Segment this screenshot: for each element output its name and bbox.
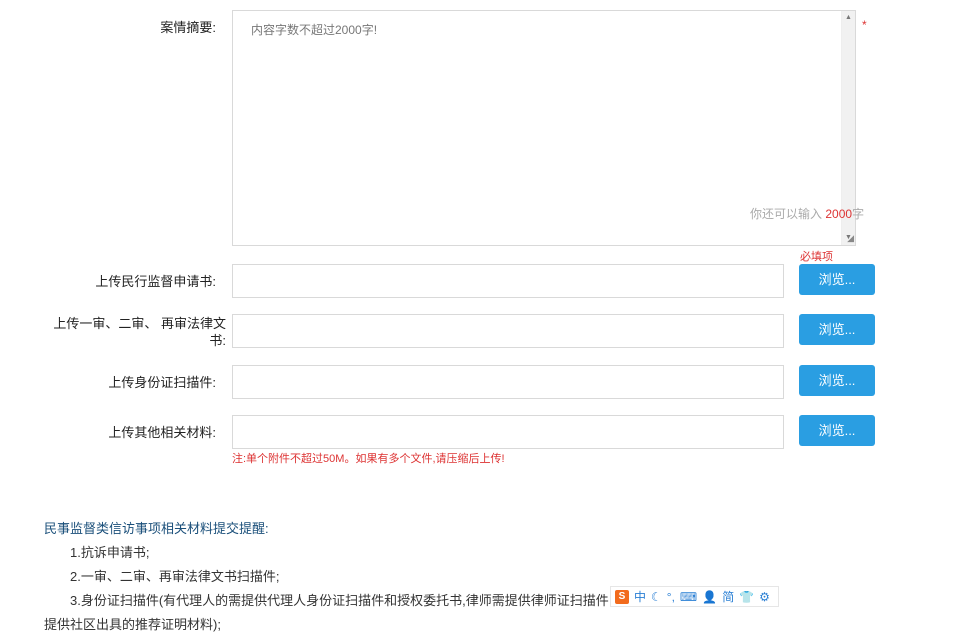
upload-input-other[interactable] xyxy=(232,415,784,449)
upload-label-id-card: 上传身份证扫描件: xyxy=(108,375,216,390)
reminder-item: 2.一审、二审、再审法律文书扫描件; xyxy=(70,569,280,584)
counter-prefix: 你还可以输入 xyxy=(750,207,823,221)
upload-label-judgments: 上传一审、二审、 再审法律文书: xyxy=(53,316,226,348)
moon-icon[interactable]: ☾ xyxy=(651,590,662,604)
summary-placeholder: 内容字数不超过2000字! xyxy=(251,23,378,37)
scroll-up-icon[interactable]: ▲ xyxy=(842,11,855,25)
ime-simplified-toggle[interactable]: 简 xyxy=(722,590,734,604)
upload-input-id-card[interactable] xyxy=(232,365,784,399)
upload-input-judgments[interactable] xyxy=(232,314,784,348)
reminder-item: 3.身份证扫描件(有代理人的需提供代理人身份证扫描件和授权委托书,律师需提供律师… xyxy=(70,593,609,608)
upload-label-other: 上传其他相关材料: xyxy=(108,425,216,440)
counter-suffix: 字 xyxy=(852,207,865,221)
punctuation-icon[interactable]: °, xyxy=(667,590,675,604)
gear-icon[interactable]: ⚙ xyxy=(759,590,770,604)
keyboard-icon[interactable]: ⌨ xyxy=(680,590,697,604)
reminder-title: 民事监督类信访事项相关材料提交提醒: xyxy=(44,521,269,536)
ime-mode-toggle[interactable]: 中 xyxy=(634,590,646,604)
skin-shirt-icon[interactable]: 👕 xyxy=(739,590,754,604)
summary-label: 案情摘要: xyxy=(160,20,216,35)
user-icon[interactable]: 👤 xyxy=(702,590,717,604)
browse-button-judgments[interactable]: 浏览... xyxy=(799,314,875,345)
upload-input-application[interactable] xyxy=(232,264,784,298)
upload-note: 注:单个附件不超过50M。如果有多个文件,请压缩后上传! xyxy=(232,453,505,465)
resize-grip-icon[interactable]: ◢ xyxy=(847,233,854,244)
required-star: * xyxy=(862,18,867,32)
browse-button-application[interactable]: 浏览... xyxy=(799,264,875,295)
reminder-item: 1.抗诉申请书; xyxy=(70,545,150,560)
upload-label-application: 上传民行监督申请书: xyxy=(95,274,216,289)
required-hint: 必填项 xyxy=(800,251,833,263)
reminder-item: 提供社区出具的推荐证明材料); xyxy=(44,617,221,632)
counter-value: 2000 xyxy=(825,207,853,221)
ime-toolbar[interactable]: S 中 ☾ °, ⌨ 👤 简 👕 ⚙ xyxy=(610,586,779,607)
char-counter: 你还可以输入 2000字 xyxy=(750,205,864,222)
browse-button-other[interactable]: 浏览... xyxy=(799,415,875,446)
sogou-logo-icon[interactable]: S xyxy=(615,589,629,604)
browse-button-id-card[interactable]: 浏览... xyxy=(799,365,875,396)
